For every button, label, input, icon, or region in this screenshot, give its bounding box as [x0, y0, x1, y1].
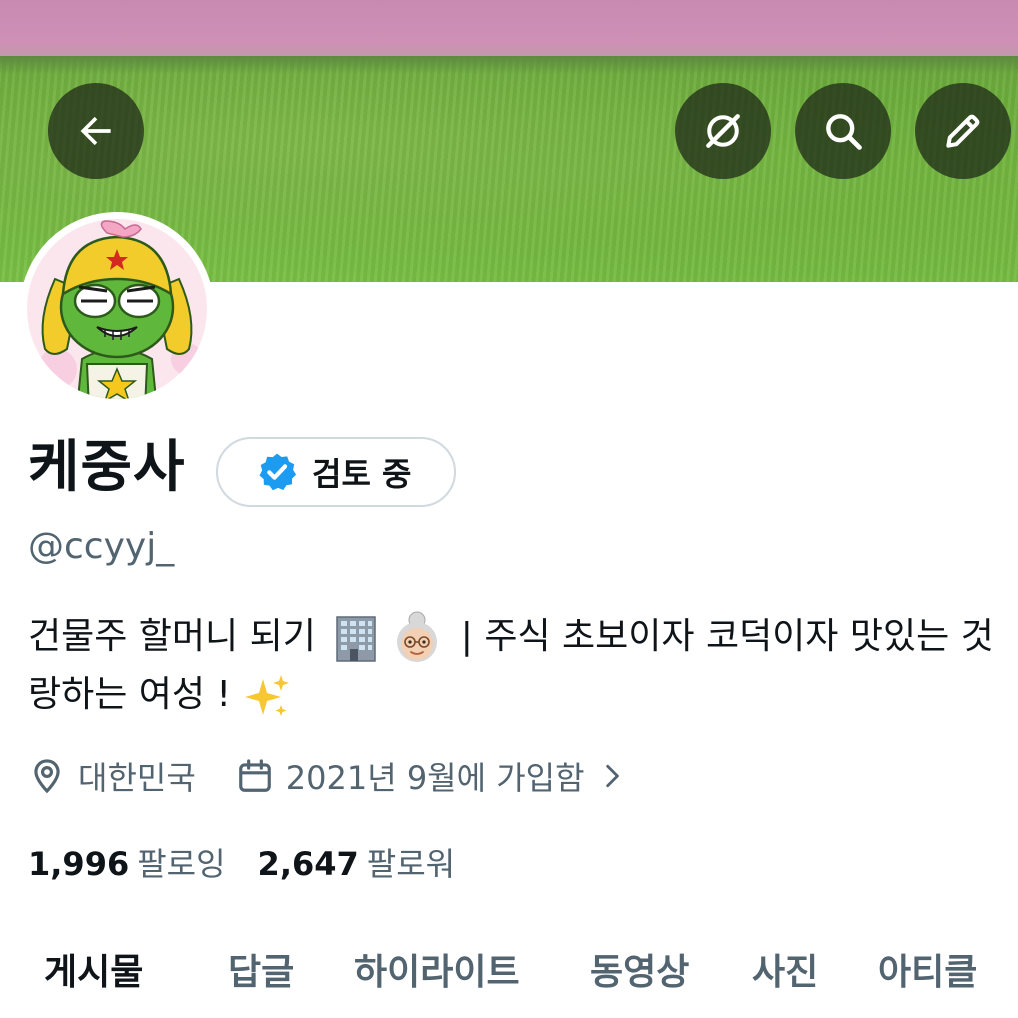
- following-count: 1,996: [28, 845, 130, 883]
- tab-posts[interactable]: 게시물: [44, 948, 143, 998]
- profile-meta-row: 대한민국 2021년 9월에 가입함: [28, 750, 625, 802]
- joined-date-button[interactable]: 2021년 9월에 가입함: [236, 753, 625, 799]
- chevron-right-icon: [605, 764, 619, 788]
- profile-avatar[interactable]: [20, 212, 214, 406]
- edit-icon: [946, 114, 980, 148]
- follow-stats: 1,996 팔로잉 2,647 팔로워: [28, 836, 455, 888]
- followers-label: 팔로워: [366, 845, 456, 883]
- calendar-icon: [238, 759, 271, 792]
- profile-handle: @ccyyj_: [28, 526, 175, 567]
- joined-date-text: 2021년 9월에 가입함: [285, 759, 585, 797]
- tab-photos[interactable]: 사진: [752, 948, 818, 998]
- location-item: 대한민국: [28, 753, 196, 799]
- bio-text-2: 랑하는 여성 !: [28, 674, 231, 715]
- verification-status-label: 검토 중: [312, 455, 412, 493]
- edit-button[interactable]: [915, 83, 1011, 179]
- location-text: 대한민국: [78, 759, 196, 797]
- grok-icon: [706, 114, 740, 148]
- grok-button[interactable]: [675, 83, 771, 179]
- back-button[interactable]: [48, 83, 144, 179]
- tab-videos[interactable]: 동영상: [590, 948, 689, 998]
- bio-text-1b: | 주식 초보이자 코덕이자 맛있는 것: [460, 616, 994, 657]
- profile-bio: 건물주 할머니 되기 | 주식 초보이자 코덕이자 맛있는 것 랑하는 여성 !: [28, 608, 1018, 724]
- avatar-image: [27, 219, 207, 399]
- bio-line-1: 건물주 할머니 되기 | 주식 초보이자 코덕이자 맛있는 것: [28, 608, 1018, 666]
- bio-line-2: 랑하는 여성 !: [28, 666, 1018, 724]
- tab-articles[interactable]: 아티클: [878, 948, 977, 998]
- office-building-emoji-icon: [336, 616, 377, 662]
- bio-text-1a: 건물주 할머니 되기: [28, 616, 316, 657]
- display-name: 케중사: [28, 435, 186, 500]
- banner-horizon: [0, 56, 1018, 74]
- tab-highlights[interactable]: 하이라이트: [354, 948, 520, 998]
- tab-replies[interactable]: 답글: [228, 948, 294, 998]
- followers-count: 2,647: [257, 845, 359, 883]
- arrow-left-icon: [80, 116, 111, 146]
- sparkles-emoji-icon: [244, 675, 289, 716]
- following-link[interactable]: 1,996 팔로잉: [28, 839, 226, 885]
- profile-tabs: 게시물 답글 하이라이트 동영상 사진 아티클: [0, 938, 1018, 1018]
- search-button[interactable]: [795, 83, 891, 179]
- following-label: 팔로잉: [137, 845, 226, 883]
- verification-badge-button[interactable]: 검토 중: [216, 437, 456, 507]
- verified-badge-icon: [259, 453, 297, 491]
- search-icon: [826, 114, 862, 150]
- old-woman-emoji-icon: [397, 611, 438, 662]
- location-pin-icon: [34, 759, 60, 794]
- followers-link[interactable]: 2,647 팔로워: [258, 839, 456, 885]
